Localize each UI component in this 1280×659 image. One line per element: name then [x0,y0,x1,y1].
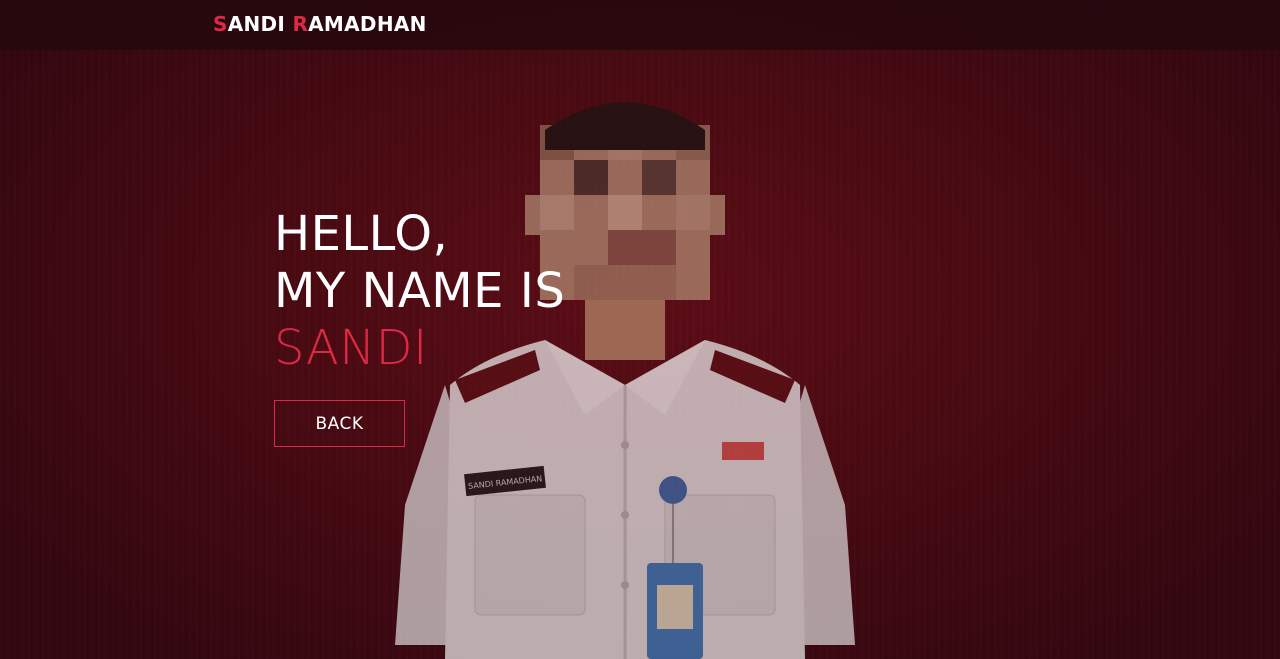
intro-heading: HELLO, MY NAME IS SANDI [274,206,565,377]
name-highlight: SANDI [274,320,428,376]
brand-first-name: ANDI [227,12,293,36]
hero-section: SANDI RAMADHAN SANDI RAMADHAN HELLO, MY … [0,0,1280,659]
brand-logo[interactable]: SANDI RAMADHAN [213,12,427,36]
brand-initial-s: S [213,12,228,36]
intro-text: MY NAME IS [274,263,566,319]
navbar: SANDI RAMADHAN [0,0,1280,50]
greeting-text: HELLO, [274,206,449,262]
back-button[interactable]: BACK [274,400,405,447]
brand-last-name: AMADHAN [308,12,427,36]
brand-initial-r: R [292,12,309,36]
